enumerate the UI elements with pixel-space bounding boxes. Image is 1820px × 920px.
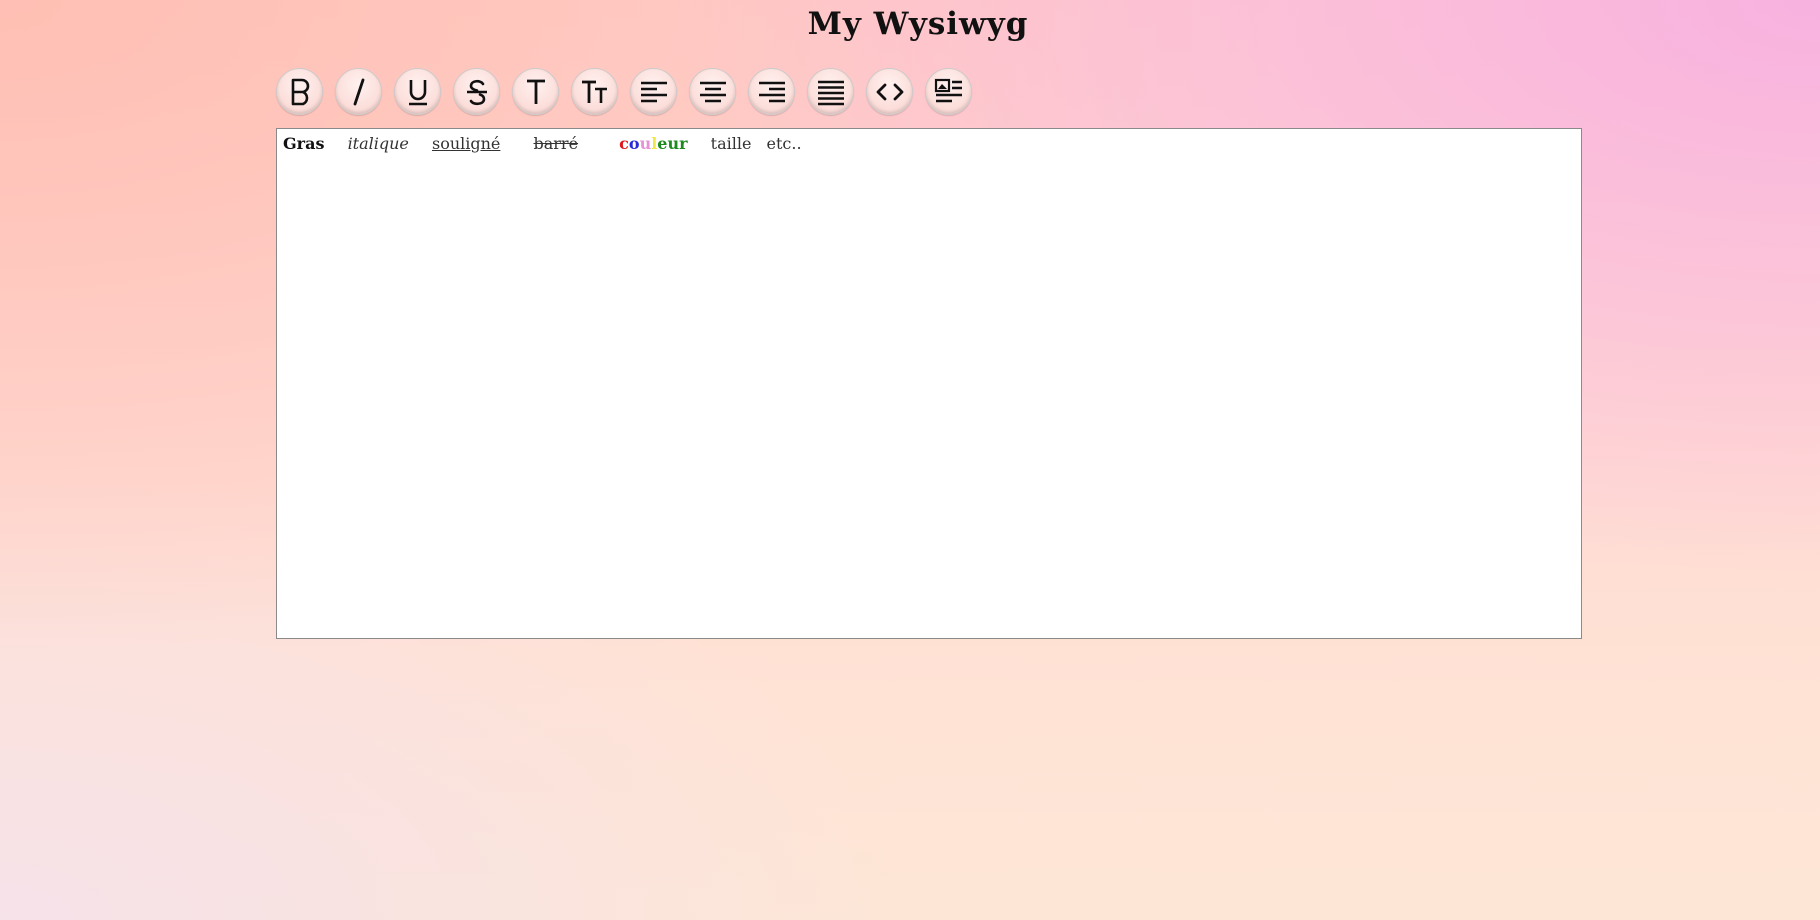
font-size-icon xyxy=(581,80,607,103)
strikethrough-icon xyxy=(466,79,487,105)
underline-button[interactable] xyxy=(394,68,441,115)
image-text-icon xyxy=(934,78,962,102)
color-letter-4: e xyxy=(657,134,668,153)
underline-icon xyxy=(408,79,427,105)
align-justify-button[interactable] xyxy=(807,68,854,115)
italic-sample: italique xyxy=(347,134,409,153)
bold-sample: Gras xyxy=(283,134,325,153)
color-letter-6: r xyxy=(679,134,688,153)
editor-area[interactable]: Gras italique souligné barré couleur tai… xyxy=(276,128,1582,639)
code-button[interactable] xyxy=(866,68,913,115)
formatting-toolbar xyxy=(276,68,972,116)
code-icon xyxy=(876,83,903,100)
size-sample: taille xyxy=(710,134,752,153)
align-left-icon xyxy=(640,81,667,102)
align-right-button[interactable] xyxy=(748,68,795,115)
strikethrough-button[interactable] xyxy=(453,68,500,115)
color-letter-2: u xyxy=(639,134,652,153)
strike-sample: barré xyxy=(533,134,579,153)
color-letter-1: o xyxy=(628,134,640,153)
color-letter-5: u xyxy=(667,134,680,153)
font-size-button[interactable] xyxy=(571,68,618,115)
italic-button[interactable] xyxy=(335,68,382,115)
italic-icon xyxy=(353,78,364,105)
align-justify-icon xyxy=(817,80,844,105)
align-right-icon xyxy=(758,81,785,102)
editor-content: Gras italique souligné barré couleur tai… xyxy=(283,134,1575,153)
image-text-button[interactable] xyxy=(925,68,972,115)
text-icon xyxy=(526,79,545,104)
color-sample: couleur xyxy=(619,134,687,153)
bold-icon xyxy=(291,78,309,105)
align-center-icon xyxy=(699,81,726,102)
align-left-button[interactable] xyxy=(630,68,677,115)
text-button[interactable] xyxy=(512,68,559,115)
align-center-button[interactable] xyxy=(689,68,736,115)
page-title: My Wysiwyg xyxy=(807,6,1029,42)
etc-text: etc.. xyxy=(766,134,802,153)
underline-sample: souligné xyxy=(432,134,501,153)
color-letter-0: c xyxy=(619,134,629,153)
bold-button[interactable] xyxy=(276,68,323,115)
